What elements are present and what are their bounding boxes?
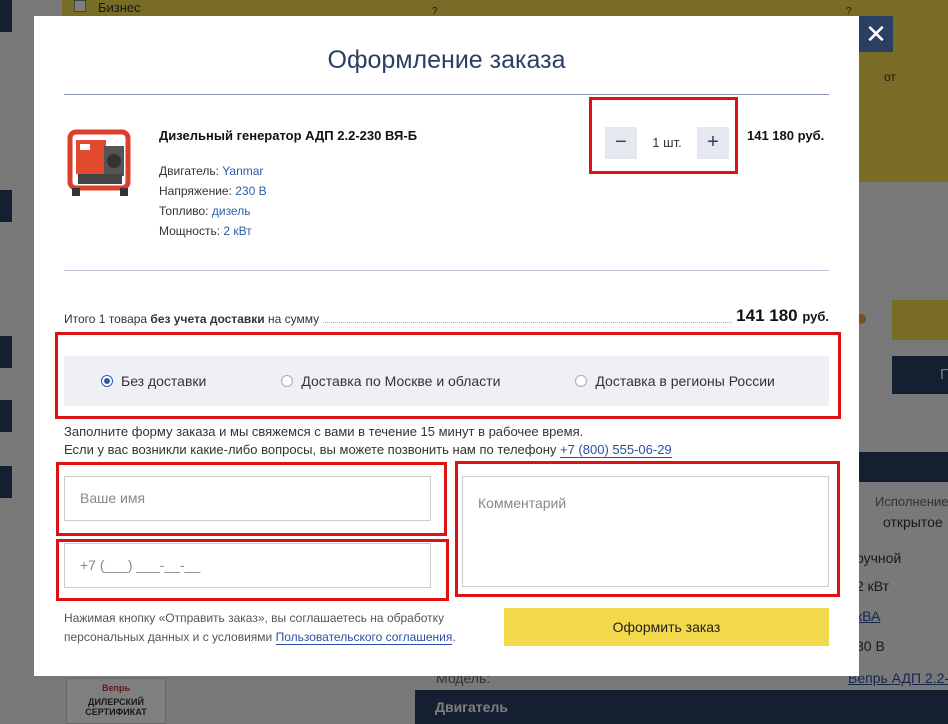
form-info: Заполните форму заказа и мы свяжемся с в… [64,423,672,459]
info-line: Если у вас возникли какие-либо вопросы, … [64,442,672,458]
quantity-plus-button[interactable]: + [697,127,729,159]
delivery-option-regions[interactable]: Доставка в регионы России [575,373,775,389]
spec-power: Мощность: 2 кВт [159,224,252,238]
quantity-minus-button[interactable]: − [605,127,637,159]
close-icon[interactable]: ✕ [859,16,893,52]
radio[interactable] [281,375,294,387]
consent-text: Нажимая кнопку «Отправить заказ», вы сог… [64,611,456,645]
modal-title: Оформление заказа [327,46,566,74]
item-price: 141 180 руб. [747,128,825,143]
phone-link[interactable]: +7 (800) 555-06-29 [560,442,672,458]
order-total: Итого 1 товара без учета доставки на сум… [64,306,829,326]
total-price: 141 180 руб. [736,306,829,325]
info-line: Заполните форму заказа и мы свяжемся с в… [64,424,584,439]
product-image [64,124,136,200]
divider [64,94,829,95]
total-leader-dots [323,322,733,323]
product-name[interactable]: Дизельный генератор АДП 2.2-230 ВЯ-Б [159,128,417,143]
spec-voltage: Напряжение: 230 В [159,184,267,198]
delivery-options: Без доставки Доставка по Москве и област… [64,356,829,406]
delivery-option-moscow[interactable]: Доставка по Москве и области [281,373,500,389]
total-label: Итого 1 товара без учета доставки на сум… [64,312,320,326]
spec-engine: Двигатель: Yanmar [159,164,264,178]
spec-fuel: Топливо: дизель [159,204,251,218]
quantity-input[interactable]: 1 шт. [637,127,697,159]
order-modal: Оформление заказа Дизельный генератор АД… [34,16,859,676]
phone-input[interactable]: +7 (___) ___-__-__ [64,543,431,588]
user-agreement-link[interactable]: Пользовательского соглашения [275,630,453,645]
quantity-stepper: − 1 шт. + [605,127,729,159]
comment-textarea[interactable]: Комментарий [462,476,829,587]
radio-selected[interactable] [101,375,113,387]
submit-order-button[interactable]: Оформить заказ [504,608,829,646]
name-input[interactable]: Ваше имя [64,476,431,521]
delivery-option-none[interactable]: Без доставки [101,373,206,389]
radio[interactable] [575,375,588,387]
divider [64,270,829,271]
